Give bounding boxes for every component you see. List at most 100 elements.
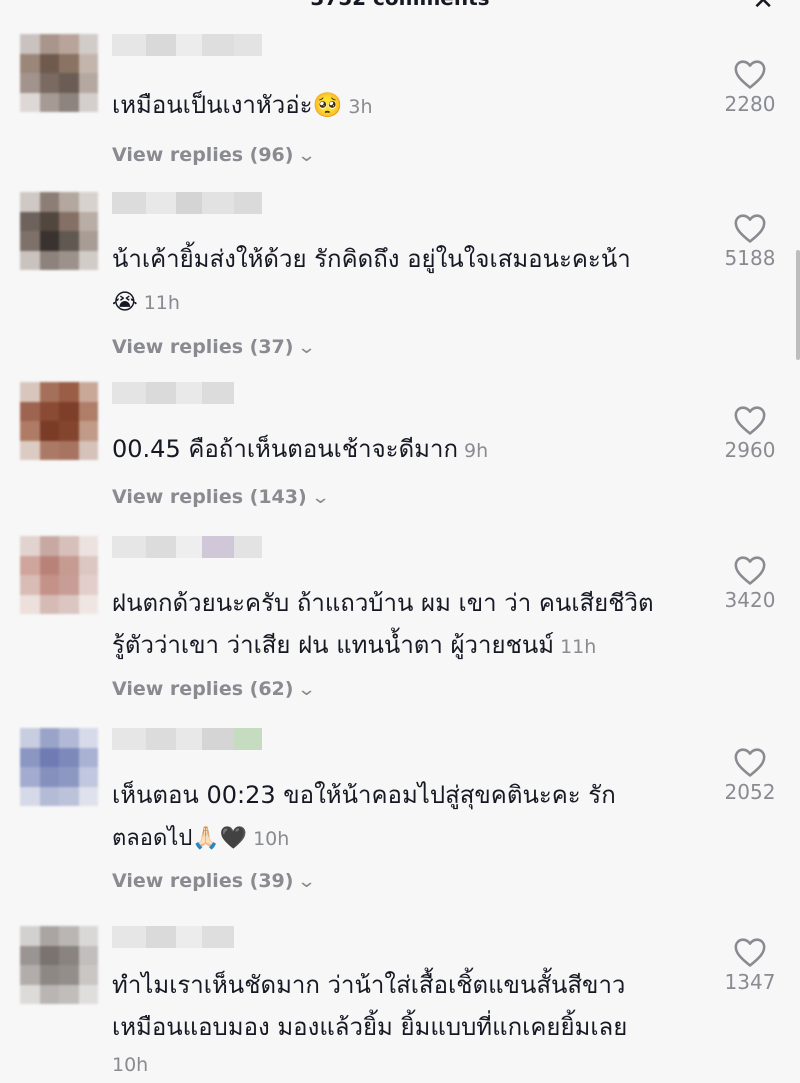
avatar-pixel	[78, 231, 98, 251]
comment-time: 9h	[463, 440, 489, 462]
username-pixel	[176, 192, 202, 214]
avatar[interactable]	[20, 34, 98, 112]
avatar-pixel	[39, 231, 59, 251]
username-pixel	[112, 536, 146, 558]
view-replies-label: View replies (39)	[112, 870, 294, 892]
avatar-pixel	[78, 575, 98, 595]
view-replies-button[interactable]: View replies (96) ⌄	[112, 144, 317, 166]
avatar-pixel	[59, 594, 79, 614]
heart-icon	[734, 214, 766, 243]
username-pixel	[202, 728, 234, 750]
view-replies-button[interactable]: View replies (143) ⌄	[112, 486, 331, 508]
heart-icon	[734, 938, 766, 967]
comments-header: 3752 comments ✕	[0, 0, 800, 16]
like-button[interactable]: 3420	[716, 554, 784, 612]
avatar-pixel	[39, 575, 59, 595]
avatar-pixel	[78, 536, 98, 556]
avatar-pixel	[78, 926, 98, 946]
scrollbar[interactable]	[796, 250, 800, 360]
avatar-pixel	[20, 34, 40, 54]
avatar-pixel	[20, 965, 40, 985]
avatar-pixel	[78, 192, 98, 212]
avatar-pixel	[78, 440, 98, 460]
avatar-pixel	[39, 965, 59, 985]
like-button[interactable]: 2280	[716, 58, 784, 116]
view-replies-button[interactable]: View replies (62) ⌄	[112, 678, 317, 700]
avatar-pixel	[59, 728, 79, 748]
avatar-pixel	[78, 594, 98, 614]
avatar-pixel	[59, 192, 79, 212]
avatar-pixel	[20, 984, 40, 1004]
avatar-pixel	[39, 767, 59, 787]
heart-icon	[734, 60, 766, 89]
view-replies-button[interactable]: View replies (37) ⌄	[112, 336, 317, 358]
avatar-pixel	[59, 984, 79, 1004]
heart-icon	[734, 406, 766, 435]
view-replies-button[interactable]: View replies (39) ⌄	[112, 870, 317, 892]
comment-body-line2: รู้ตัวว่าเขา ว่าเสีย ฝน แทนน้ำตา ผู้วายช…	[112, 631, 555, 659]
like-count: 2052	[724, 780, 776, 804]
username-blurred[interactable]	[112, 728, 262, 750]
like-button[interactable]: 1347	[716, 936, 784, 994]
heart-icon	[734, 748, 766, 777]
avatar-pixel	[39, 728, 59, 748]
chevron-down-icon: ⌄	[297, 870, 317, 892]
username-pixel	[146, 34, 176, 56]
avatar-pixel	[59, 536, 79, 556]
username-blurred[interactable]	[112, 34, 262, 56]
comment-body-line2: 😭	[112, 290, 138, 315]
avatar-pixel	[39, 786, 59, 806]
avatar-pixel	[59, 555, 79, 575]
comment-body: 00.45 คือถ้าเห็นตอนเช้าจะดีมาก	[112, 435, 458, 463]
avatar-pixel	[59, 747, 79, 767]
avatar-pixel	[59, 92, 79, 112]
avatar-pixel	[20, 421, 40, 441]
avatar-pixel	[39, 382, 59, 402]
avatar-pixel	[59, 767, 79, 787]
avatar-pixel	[59, 34, 79, 54]
username-blurred[interactable]	[112, 536, 262, 558]
username-pixel	[146, 728, 176, 750]
avatar-pixel	[39, 536, 59, 556]
like-count: 2280	[724, 92, 776, 116]
avatar[interactable]	[20, 926, 98, 1004]
username-blurred[interactable]	[112, 926, 234, 948]
avatar-pixel	[20, 92, 40, 112]
heart-icon	[734, 556, 766, 585]
comment-body-line2: ตลอดไป🙏🏻🖤	[112, 826, 248, 851]
avatar[interactable]	[20, 728, 98, 806]
avatar-pixel	[20, 747, 40, 767]
username-pixel	[146, 536, 176, 558]
comment-time: 11h	[560, 636, 597, 658]
username-pixel	[176, 728, 202, 750]
username-pixel	[234, 192, 262, 214]
like-button[interactable]: 2052	[716, 746, 784, 804]
avatar-pixel	[78, 250, 98, 270]
avatar-pixel	[59, 440, 79, 460]
like-button[interactable]: 5188	[716, 212, 784, 270]
avatar-pixel	[20, 192, 40, 212]
avatar-pixel	[39, 211, 59, 231]
username-pixel	[202, 536, 234, 558]
username-pixel	[146, 926, 176, 948]
close-icon[interactable]: ✕	[752, 0, 774, 16]
username-pixel	[202, 926, 234, 948]
username-pixel	[176, 34, 202, 56]
username-pixel	[234, 728, 262, 750]
view-replies-label: View replies (62)	[112, 678, 294, 700]
chevron-down-icon: ⌄	[310, 486, 331, 508]
avatar-pixel	[59, 401, 79, 421]
avatar[interactable]	[20, 536, 98, 614]
avatar-pixel	[59, 421, 79, 441]
username-blurred[interactable]	[112, 382, 234, 404]
avatar[interactable]	[20, 382, 98, 460]
view-replies-label: View replies (37)	[112, 336, 294, 358]
avatar[interactable]	[20, 192, 98, 270]
avatar-pixel	[39, 53, 59, 73]
chevron-down-icon: ⌄	[297, 678, 317, 700]
avatar-pixel	[39, 401, 59, 421]
avatar-pixel	[59, 786, 79, 806]
username-blurred[interactable]	[112, 192, 262, 214]
like-button[interactable]: 2960	[716, 404, 784, 462]
avatar-pixel	[59, 575, 79, 595]
